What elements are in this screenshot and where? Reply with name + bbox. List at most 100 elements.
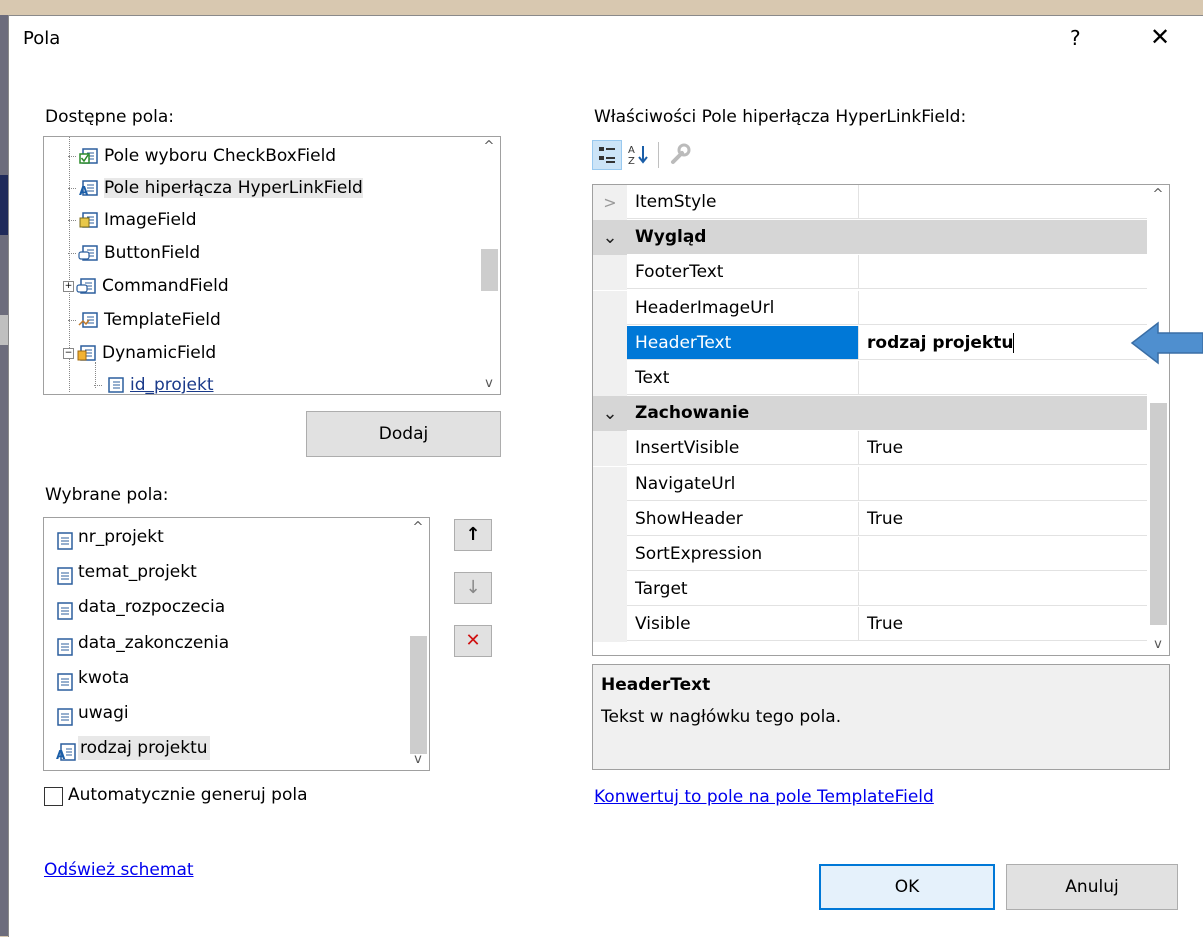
property-row[interactable]: FooterText bbox=[593, 255, 1147, 291]
property-value[interactable] bbox=[859, 185, 1147, 219]
scroll-down-icon[interactable]: v bbox=[1147, 635, 1169, 655]
categorized-view-icon[interactable] bbox=[592, 140, 622, 170]
image-field-icon bbox=[78, 210, 100, 230]
button-field-icon bbox=[78, 243, 100, 263]
dialog-title: Pola bbox=[23, 28, 61, 49]
property-row[interactable]: InsertVisible True bbox=[593, 431, 1147, 467]
available-fields-scrollbar[interactable]: ^ v bbox=[478, 137, 500, 394]
available-fields-tree[interactable]: Pole wyboru CheckBoxField A Pole hiperłącz… bbox=[43, 136, 501, 395]
scroll-thumb[interactable] bbox=[410, 636, 427, 754]
bound-field-icon bbox=[56, 669, 74, 691]
property-value[interactable] bbox=[859, 572, 1147, 607]
row-gutter bbox=[593, 501, 627, 537]
scroll-up-icon[interactable]: ^ bbox=[1147, 185, 1169, 205]
scroll-down-icon[interactable]: v bbox=[478, 374, 500, 394]
selected-field-item[interactable]: kwota bbox=[56, 661, 129, 695]
tree-item-templatefield[interactable]: TemplateField bbox=[68, 305, 221, 335]
property-grid-scrollbar[interactable]: ^ v bbox=[1147, 185, 1169, 655]
tree-item-id-projekt[interactable]: id_projekt bbox=[94, 370, 214, 394]
expand-property-icon[interactable]: > bbox=[593, 185, 627, 220]
selected-fields-list[interactable]: nr_projekt temat_projekt data_rozpoczeciad… bbox=[43, 517, 430, 771]
selected-field-label: rodzaj projektu bbox=[78, 736, 210, 761]
checkbox-field-icon bbox=[78, 146, 100, 166]
convert-to-template-link[interactable]: Konwertuj to pole na pole TemplateField bbox=[594, 787, 934, 807]
property-value[interactable]: True bbox=[859, 502, 1147, 536]
properties-label: Właściwości Pole hiperłącza HyperLinkFie… bbox=[594, 107, 967, 127]
property-name: InsertVisible bbox=[627, 431, 859, 466]
header-text-input[interactable]: rodzaj projektu bbox=[859, 326, 1147, 360]
selected-fields-label: Wybrane pola: bbox=[45, 485, 169, 505]
property-value[interactable]: True bbox=[859, 431, 1147, 466]
text-caret bbox=[1013, 332, 1015, 353]
property-row[interactable]: Target bbox=[593, 572, 1147, 608]
collapse-category-icon[interactable]: ⌄ bbox=[593, 396, 627, 432]
scroll-up-icon[interactable]: ^ bbox=[478, 137, 500, 157]
selected-field-label: data_zakonczenia bbox=[78, 632, 230, 653]
property-value[interactable]: True bbox=[859, 607, 1147, 642]
property-row[interactable]: NavigateUrl bbox=[593, 466, 1147, 502]
tree-item-pole-wyboru-checkboxfield[interactable]: Pole wyboru CheckBoxField bbox=[68, 141, 336, 171]
close-button[interactable]: ✕ bbox=[1145, 22, 1175, 52]
property-row[interactable]: > ItemStyle bbox=[593, 185, 1147, 220]
dynamic-field-icon bbox=[76, 343, 98, 363]
description-title: HeaderText bbox=[601, 675, 711, 695]
tree-item-label: TemplateField bbox=[104, 310, 221, 330]
property-value[interactable] bbox=[859, 361, 1147, 395]
wrench-icon[interactable] bbox=[666, 140, 694, 168]
cancel-button[interactable]: Anuluj bbox=[1006, 864, 1178, 910]
property-value-text: True bbox=[867, 438, 904, 459]
selected-field-item[interactable]: Arodzaj projektu bbox=[56, 731, 210, 765]
property-row[interactable]: ShowHeader True bbox=[593, 501, 1147, 537]
selected-field-label: temat_projekt bbox=[78, 562, 197, 583]
selected-field-label: uwagi bbox=[78, 703, 129, 723]
scroll-thumb[interactable] bbox=[1150, 403, 1167, 625]
property-row[interactable]: SortExpression bbox=[593, 537, 1147, 572]
row-gutter bbox=[593, 466, 627, 502]
refresh-schema-link[interactable]: Odśwież schemat bbox=[44, 860, 194, 880]
collapse-category-icon[interactable]: ⌄ bbox=[593, 220, 627, 256]
delete-button[interactable]: ✕ bbox=[454, 625, 492, 657]
selected-field-item[interactable]: uwagi bbox=[56, 696, 129, 730]
property-row[interactable]: Visible True bbox=[593, 607, 1147, 643]
alphabetical-sort-icon[interactable]: AZ bbox=[624, 140, 652, 168]
property-value[interactable] bbox=[859, 291, 1147, 325]
selected-fields-scrollbar[interactable]: ^ v bbox=[407, 518, 429, 770]
scroll-up-icon[interactable]: ^ bbox=[407, 518, 429, 538]
description-text: Tekst w nagłówku tego pola. bbox=[601, 707, 842, 727]
property-row[interactable]: Text bbox=[593, 361, 1147, 396]
expand-icon[interactable]: + bbox=[63, 280, 74, 292]
property-grid[interactable]: > ItemStyle ⌄ Wygląd FooterText HeaderImageUr… bbox=[592, 184, 1170, 656]
help-button[interactable]: ? bbox=[1070, 26, 1081, 50]
row-gutter bbox=[593, 255, 627, 291]
tree-item-imagefield[interactable]: ImageField bbox=[68, 205, 196, 235]
property-value[interactable] bbox=[859, 537, 1147, 571]
property-row[interactable]: HeaderImageUrl bbox=[593, 290, 1147, 326]
scroll-thumb[interactable] bbox=[481, 249, 498, 291]
tree-item-commandfield[interactable]: + CommandField bbox=[63, 271, 229, 301]
bound-field-icon bbox=[56, 704, 74, 726]
property-value[interactable] bbox=[859, 255, 1147, 290]
property-row[interactable]: HeaderText rodzaj projektu bbox=[593, 325, 1147, 361]
tree-item-buttonfield[interactable]: ButtonField bbox=[68, 238, 200, 268]
tree-item-pole-hiper-cza-hyperlinkfield[interactable]: A Pole hiperłącza HyperLinkField bbox=[68, 173, 363, 203]
add-button[interactable]: Dodaj bbox=[306, 411, 501, 457]
collapse-icon[interactable]: − bbox=[63, 347, 74, 359]
auto-generate-checkbox[interactable] bbox=[44, 787, 63, 806]
move-up-button[interactable]: ↑ bbox=[454, 519, 492, 551]
property-category[interactable]: ⌄ Zachowanie bbox=[593, 396, 1147, 432]
tree-item-dynamicfield[interactable]: − DynamicField bbox=[63, 338, 216, 368]
property-name: ShowHeader bbox=[627, 501, 859, 536]
svg-text:A: A bbox=[628, 145, 635, 156]
selected-field-item[interactable]: data_rozpoczecia bbox=[56, 590, 225, 624]
row-gutter bbox=[593, 361, 627, 396]
scroll-down-icon[interactable]: v bbox=[407, 750, 429, 770]
selected-field-item[interactable]: data_zakonczenia bbox=[56, 626, 229, 660]
property-category[interactable]: ⌄ Wygląd bbox=[593, 220, 1147, 256]
move-down-button[interactable]: ↓ bbox=[454, 572, 492, 604]
selected-field-item[interactable]: nr_projekt bbox=[56, 520, 164, 554]
property-value[interactable] bbox=[859, 467, 1147, 501]
ok-button[interactable]: OK bbox=[819, 864, 995, 910]
available-fields-label: Dostępne pola: bbox=[45, 107, 174, 127]
bound-field-icon bbox=[56, 634, 74, 656]
selected-field-item[interactable]: temat_projekt bbox=[56, 555, 197, 589]
